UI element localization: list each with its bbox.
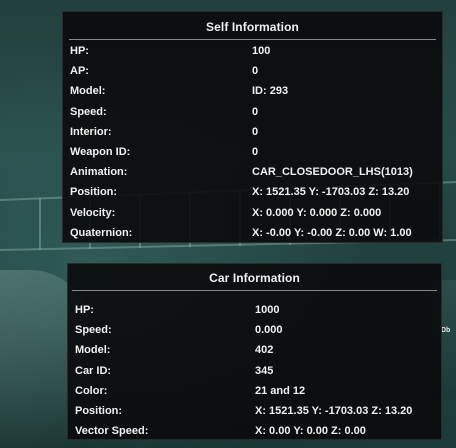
info-row: Animation: CAR_CLOSEDOOR_LHS(1013) — [63, 166, 442, 186]
row-label: Weapon ID: — [70, 146, 131, 158]
row-value: 100 — [252, 45, 271, 57]
info-row: Position: X: 1521.35 Y: -1703.03 Z: 13.20 — [63, 186, 442, 206]
row-value: X: -0.00 Y: -0.00 Z: 0.00 W: 1.00 — [252, 226, 412, 239]
info-row: HP: 100 — [63, 45, 442, 65]
row-value: CAR_CLOSEDOOR_LHS(1013) — [252, 166, 413, 179]
row-value: 402 — [255, 344, 274, 357]
info-row: Velocity: X: 0.000 Y: 0.000 Z: 0.000 — [63, 207, 442, 227]
self-information-panel: Self Information HP: 100 AP: 0 Model: ID: 293… — [62, 11, 443, 243]
row-label: Speed: — [70, 105, 107, 118]
row-label: Color: — [75, 384, 108, 397]
row-value: 0 — [252, 125, 259, 138]
row-value: 0 — [252, 105, 259, 118]
row-label: Interior: — [70, 125, 112, 138]
row-value: ID: 293 — [252, 85, 289, 98]
row-label: Velocity: — [70, 206, 116, 219]
divider — [72, 290, 437, 291]
row-label: HP: — [75, 304, 94, 316]
edge-text: Db — [441, 327, 451, 334]
row-value: 345 — [255, 364, 274, 377]
row-value: X: 0.00 Y: 0.00 Z: 0.00 — [255, 425, 366, 438]
info-row: Car ID: 345 — [68, 365, 441, 385]
info-row: Position: X: 1521.35 Y: -1703.03 Z: 13.20 — [68, 405, 441, 425]
info-row: Model: ID: 293 — [63, 85, 442, 105]
info-row: Speed: 0 — [63, 106, 442, 126]
row-label: Model: — [70, 85, 106, 98]
row-label: Position: — [70, 186, 118, 199]
row-value: 21 and 12 — [255, 384, 306, 397]
row-value: X: 1521.35 Y: -1703.03 Z: 13.20 — [252, 186, 410, 199]
info-row: Speed: 0.000 — [68, 324, 441, 344]
panel-title: Car Information — [209, 271, 300, 285]
info-row: Color: 21 and 12 — [68, 385, 441, 405]
row-value: X: 1521.35 Y: -1703.03 Z: 13.20 — [255, 405, 413, 417]
row-label: Speed: — [75, 324, 112, 337]
car-information-panel: Car Information HP: 1000 Speed: 0.000 Model:… — [67, 263, 442, 440]
panel-title: Self Information — [206, 20, 299, 34]
row-label: Model: — [75, 344, 111, 357]
info-row: Model: 402 — [68, 344, 441, 364]
info-row: Weapon ID: 0 — [63, 146, 442, 166]
row-label: Car ID: — [75, 364, 112, 377]
info-row: AP: 0 — [63, 65, 442, 85]
divider — [69, 39, 436, 40]
info-row: Quaternion: X: -0.00 Y: -0.00 Z: 0.00 W: … — [63, 227, 442, 247]
row-label: AP: — [70, 65, 89, 78]
row-label: HP: — [70, 45, 89, 57]
row-label: Position: — [75, 405, 123, 417]
row-value: X: 0.000 Y: 0.000 Z: 0.000 — [252, 206, 382, 219]
info-row: Vector Speed: X: 0.00 Y: 0.00 Z: 0.00 — [68, 425, 441, 445]
row-value: 0 — [252, 146, 259, 158]
info-row: HP: 1000 — [68, 304, 441, 324]
row-value: 1000 — [255, 304, 280, 316]
info-row: Interior: 0 — [63, 126, 442, 146]
row-value: 0 — [252, 65, 259, 78]
row-value: 0.000 — [255, 324, 283, 337]
row-label: Quaternion: — [70, 226, 133, 239]
row-label: Vector Speed: — [75, 425, 149, 438]
row-label: Animation: — [70, 166, 128, 179]
